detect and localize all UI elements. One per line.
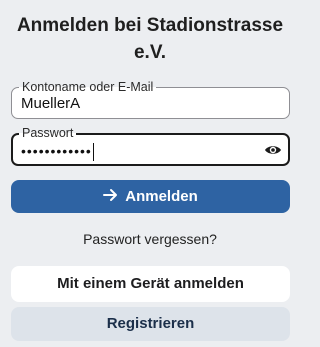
username-field[interactable]: Kontoname oder E-Mail MuellerA [11, 79, 290, 119]
password-field[interactable]: Passwort •••••••••••• [11, 125, 290, 166]
login-button[interactable]: Anmelden [11, 180, 290, 213]
login-page: Anmelden bei Stadionstrasse e.V. Kontona… [0, 0, 300, 347]
eye-icon[interactable] [264, 142, 282, 158]
username-label: Kontoname oder E-Mail [19, 79, 157, 95]
password-label: Passwort [19, 125, 77, 141]
arrow-right-icon [103, 181, 119, 201]
forgot-password-link[interactable]: Passwort vergessen? [10, 230, 290, 248]
password-value: •••••••••••• [21, 143, 92, 159]
text-caret [92, 143, 95, 162]
register-button[interactable]: Registrieren [11, 307, 290, 341]
device-login-button[interactable]: Mit einem Gerät anmelden [11, 266, 290, 302]
password-value-wrap[interactable]: •••••••••••• [21, 141, 95, 162]
login-button-label: Anmelden [125, 188, 198, 205]
page-title: Anmelden bei Stadionstrasse e.V. [16, 15, 284, 63]
username-value[interactable]: MuellerA [21, 94, 80, 114]
